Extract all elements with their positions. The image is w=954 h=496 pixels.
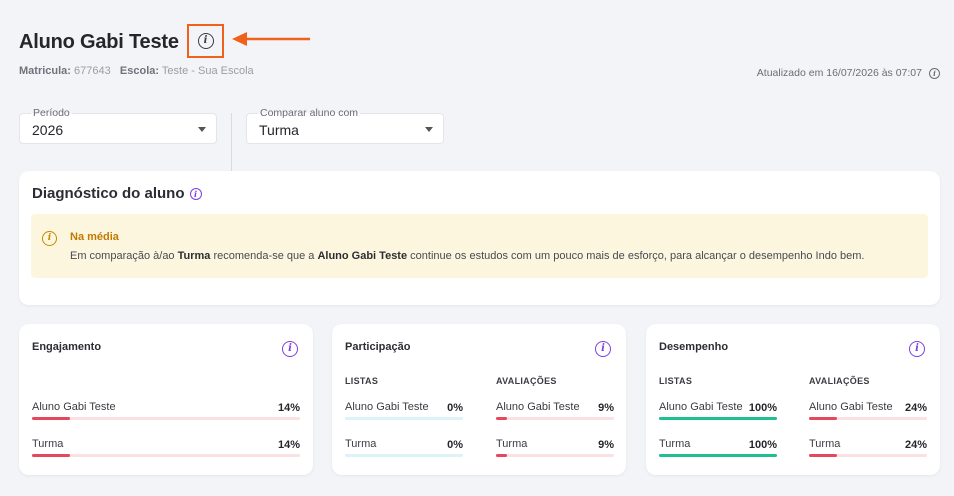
progress-fill	[496, 417, 507, 420]
progress-track	[659, 454, 777, 457]
diagnostico-alert: i Na média Em comparação à/ao Turma reco…	[31, 214, 928, 278]
column-heading: LISTAS	[345, 376, 379, 386]
progress-track	[496, 454, 614, 457]
row-name: Turma	[496, 438, 528, 450]
participacao-card: Participação i LISTAS Aluno Gabi Teste 0…	[332, 324, 626, 475]
row-name: Turma	[32, 438, 64, 450]
info-icon: i	[42, 231, 57, 246]
progress-track	[345, 454, 463, 457]
column-heading: AVALIAÇÕES	[809, 376, 870, 386]
alert-title: Na média	[70, 231, 119, 243]
matricula-value: 677643	[74, 65, 111, 77]
row-name: Turma	[659, 438, 691, 450]
progress-fill	[659, 417, 777, 420]
engajamento-card: Engajamento i Aluno Gabi Teste 14% Turma…	[19, 324, 313, 475]
avaliacoes-column: AVALIAÇÕES Aluno Gabi Teste 24% Turma 24…	[809, 324, 927, 475]
matricula-label: Matricula:	[19, 65, 71, 77]
metric-row: Aluno Gabi Teste 24%	[809, 401, 927, 421]
alert-text-part: Em comparação à/ao	[70, 250, 178, 262]
row-percent: 14%	[277, 439, 300, 451]
row-name: Aluno Gabi Teste	[32, 401, 116, 413]
diagnostico-title-text: Diagnóstico do aluno	[32, 185, 185, 202]
desempenho-card: Desempenho i LISTAS Aluno Gabi Teste 100…	[646, 324, 940, 475]
progress-track	[345, 417, 463, 420]
info-icon[interactable]: i	[929, 67, 940, 79]
metric-row: Aluno Gabi Teste 14%	[32, 401, 300, 421]
progress-fill	[496, 454, 507, 457]
row-name: Aluno Gabi Teste	[345, 401, 429, 413]
column-heading: LISTAS	[659, 376, 693, 386]
progress-fill	[32, 454, 70, 457]
metric-row: Aluno Gabi Teste 100%	[659, 401, 777, 421]
escola-value: Teste - Sua Escola	[161, 65, 254, 77]
metric-row: Aluno Gabi Teste 0%	[345, 401, 463, 421]
last-updated-text: Atualizado em 16/07/2026 às 07:07	[756, 67, 922, 79]
listas-column: LISTAS Aluno Gabi Teste 0% Turma 0%	[345, 324, 463, 475]
progress-track	[496, 417, 614, 420]
avaliacoes-column: AVALIAÇÕES Aluno Gabi Teste 9% Turma 9%	[496, 324, 614, 475]
periodo-select[interactable]: Período 2026	[19, 107, 217, 144]
caret-down-icon	[425, 127, 433, 132]
progress-track	[809, 417, 927, 420]
row-name: Turma	[809, 438, 841, 450]
row-name: Aluno Gabi Teste	[496, 401, 580, 413]
row-name: Turma	[345, 438, 377, 450]
progress-track	[659, 417, 777, 420]
periodo-value: 2026	[32, 122, 64, 138]
progress-fill	[659, 454, 777, 457]
title-info-highlight[interactable]: i	[187, 24, 224, 58]
engajamento-column: Aluno Gabi Teste 14% Turma 14%	[32, 324, 300, 475]
row-percent: 100%	[748, 402, 777, 414]
comparar-value: Turma	[259, 122, 299, 138]
periodo-label: Período	[31, 107, 72, 119]
info-icon[interactable]: i	[189, 187, 202, 200]
metric-row: Turma 24%	[809, 438, 927, 458]
alert-text: Em comparação à/ao Turma recomenda-se qu…	[70, 250, 864, 262]
row-percent: 0%	[447, 402, 463, 414]
diagnostico-title: Diagnóstico do aluno i	[32, 185, 202, 202]
row-name: Aluno Gabi Teste	[659, 401, 743, 413]
row-percent: 9%	[598, 402, 614, 414]
row-percent: 0%	[447, 439, 463, 451]
metric-row: Turma 14%	[32, 438, 300, 458]
comparar-label: Comparar aluno com	[258, 107, 361, 119]
listas-column: LISTAS Aluno Gabi Teste 100% Turma 100%	[659, 324, 777, 475]
row-percent: 9%	[598, 439, 614, 451]
progress-fill	[32, 417, 70, 420]
alert-text-bold: Aluno Gabi Teste	[317, 250, 408, 262]
last-updated: Atualizado em 16/07/2026 às 07:07 i	[757, 67, 940, 79]
metric-row: Turma 0%	[345, 438, 463, 458]
row-percent: 14%	[277, 402, 300, 414]
row-percent: 100%	[748, 439, 777, 451]
comparar-select[interactable]: Comparar aluno com Turma	[246, 107, 444, 144]
row-percent: 24%	[904, 439, 927, 451]
diagnostico-card: Diagnóstico do aluno i i Na média Em com…	[19, 171, 940, 305]
column-heading: AVALIAÇÕES	[496, 376, 557, 386]
escola-label: Escola:	[119, 65, 160, 77]
row-percent: 24%	[904, 402, 927, 414]
progress-track	[32, 417, 300, 420]
caret-down-icon	[198, 127, 206, 132]
page-title: Aluno Gabi Teste	[19, 31, 179, 53]
metric-row: Turma 100%	[659, 438, 777, 458]
info-icon[interactable]: i	[197, 33, 214, 49]
metric-row: Turma 9%	[496, 438, 614, 458]
student-meta: Matricula: 677643 Escola: Teste - Sua Es…	[19, 65, 254, 77]
row-name: Aluno Gabi Teste	[809, 401, 893, 413]
progress-track	[809, 454, 927, 457]
divider	[231, 113, 232, 171]
progress-fill	[809, 417, 838, 420]
alert-text-part: continue os estudos com um pouco mais de…	[407, 250, 865, 262]
alert-text-part: recomenda-se que a	[210, 250, 318, 262]
alert-text-bold: Turma	[177, 250, 211, 262]
progress-track	[32, 454, 300, 457]
annotation-arrow-icon	[232, 32, 310, 46]
metric-row: Aluno Gabi Teste 9%	[496, 401, 614, 421]
progress-fill	[809, 454, 838, 457]
